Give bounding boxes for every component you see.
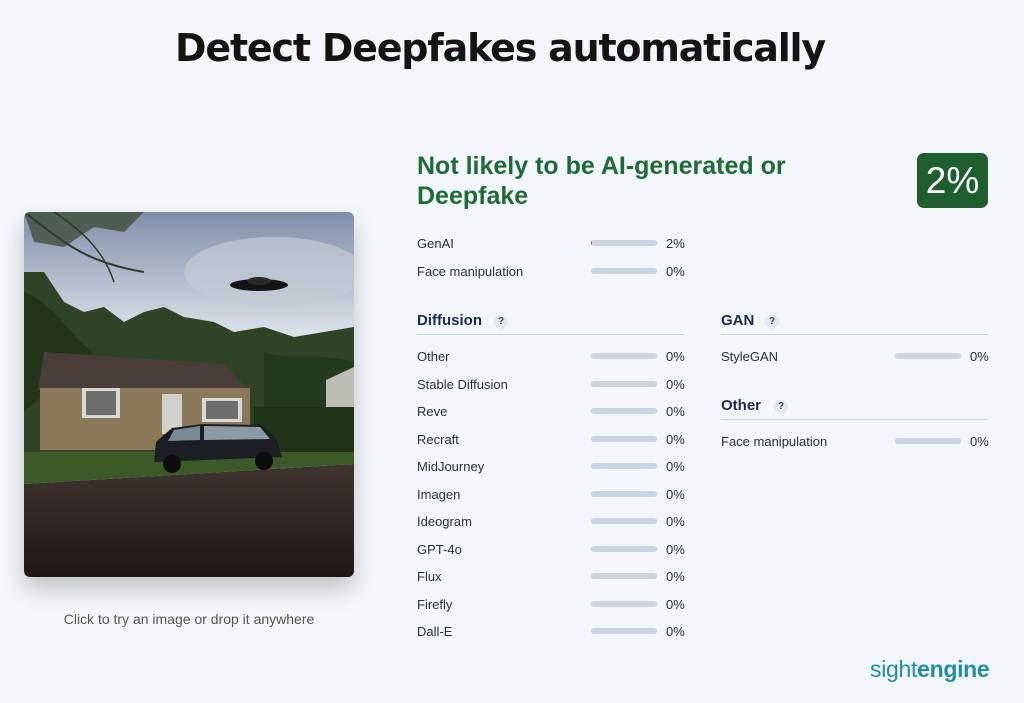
- progress-bar: [591, 490, 657, 497]
- section-title: GAN: [721, 312, 755, 329]
- row-label: Other: [417, 349, 450, 364]
- section-title: Diffusion: [417, 312, 482, 329]
- help-icon[interactable]: ?: [774, 400, 788, 414]
- progress-bar: [895, 353, 961, 359]
- diffusion-row: Recraft 0%: [417, 431, 687, 449]
- help-icon[interactable]: ?: [765, 315, 779, 329]
- brand-part-2: engine: [917, 656, 990, 682]
- help-icon[interactable]: ?: [494, 315, 508, 329]
- diffusion-row: Dall-E 0%: [417, 623, 687, 641]
- row-label: Reve: [417, 404, 448, 419]
- drop-hint: Click to try an image or drop it anywher…: [63, 611, 315, 627]
- summary-row-face-manipulation: Face manipulation 0%: [417, 263, 687, 281]
- brand-part-1: sight: [870, 656, 918, 682]
- progress-bar: [591, 573, 657, 579]
- gan-row-stylegan: StyleGAN 0%: [721, 348, 991, 366]
- row-value: 0%: [666, 349, 685, 364]
- progress-bar: [895, 438, 961, 444]
- other-section-header: Other ?: [721, 395, 988, 420]
- row-label: GenAI: [417, 236, 454, 251]
- row-label: Stable Diffusion: [417, 376, 508, 392]
- diffusion-row: MidJourney 0%: [417, 458, 687, 476]
- other-row-face-manipulation: Face manipulation 0%: [721, 433, 991, 451]
- progress-bar: [591, 353, 657, 359]
- progress-bar: [591, 380, 657, 387]
- row-label: Face manipulation: [721, 434, 828, 449]
- row-value: 2%: [666, 236, 685, 251]
- row-label: Ideogram: [417, 514, 472, 529]
- diffusion-row: Stable Diffusion 0%: [417, 376, 687, 394]
- progress-bar: [591, 545, 657, 552]
- progress-bar: [591, 435, 657, 442]
- diffusion-row: Imagen 0%: [417, 486, 687, 504]
- row-value: 0%: [666, 404, 685, 419]
- progress-bar: [591, 268, 657, 274]
- progress-fill: [591, 240, 593, 246]
- row-label: Recraft: [417, 431, 459, 447]
- row-value: 0%: [666, 514, 685, 529]
- row-value: 0%: [666, 264, 685, 279]
- progress-bar: [591, 600, 657, 607]
- progress-bar: [591, 628, 657, 634]
- gan-section-header: GAN ?: [721, 310, 988, 335]
- row-value: 0%: [666, 459, 685, 474]
- row-label: Flux: [417, 569, 442, 584]
- row-value: 0%: [666, 376, 685, 392]
- diffusion-row: Ideogram 0%: [417, 513, 687, 531]
- row-label: Face manipulation: [417, 264, 524, 279]
- row-label: Dall-E: [417, 624, 453, 639]
- row-value: 0%: [666, 486, 685, 502]
- row-value: 0%: [666, 569, 685, 584]
- row-label: Firefly: [417, 596, 453, 612]
- diffusion-row: Flux 0%: [417, 568, 687, 586]
- row-label: StyleGAN: [721, 349, 779, 364]
- house-photo: [24, 212, 354, 577]
- progress-bar: [591, 463, 657, 469]
- row-label: MidJourney: [417, 459, 485, 474]
- diffusion-section-header: Diffusion ?: [417, 310, 684, 335]
- progress-bar: [591, 518, 657, 524]
- uploaded-image[interactable]: [24, 212, 354, 577]
- progress-bar: [591, 408, 657, 414]
- diffusion-row: Firefly 0%: [417, 596, 687, 614]
- row-label: GPT-4o: [417, 541, 462, 557]
- sightengine-logo[interactable]: sightengine: [870, 656, 990, 683]
- section-title: Other: [721, 397, 762, 414]
- row-value: 0%: [666, 596, 685, 612]
- diffusion-row: Other 0%: [417, 348, 687, 366]
- row-value: 0%: [970, 349, 989, 364]
- progress-bar: [591, 240, 657, 246]
- diffusion-row: GPT-4o 0%: [417, 541, 687, 559]
- row-value: 0%: [970, 434, 989, 449]
- summary-row-genai: GenAI 2%: [417, 235, 687, 253]
- row-label: Imagen: [417, 486, 461, 502]
- row-value: 0%: [666, 431, 685, 447]
- score-badge: 2%: [917, 153, 988, 208]
- verdict-title: Not likely to be AI-generated or Deepfak…: [417, 152, 786, 210]
- row-value: 0%: [666, 541, 685, 557]
- diffusion-row: Reve 0%: [417, 403, 687, 421]
- page-title: Detect Deepfakes automatically: [175, 26, 826, 70]
- row-value: 0%: [666, 624, 685, 639]
